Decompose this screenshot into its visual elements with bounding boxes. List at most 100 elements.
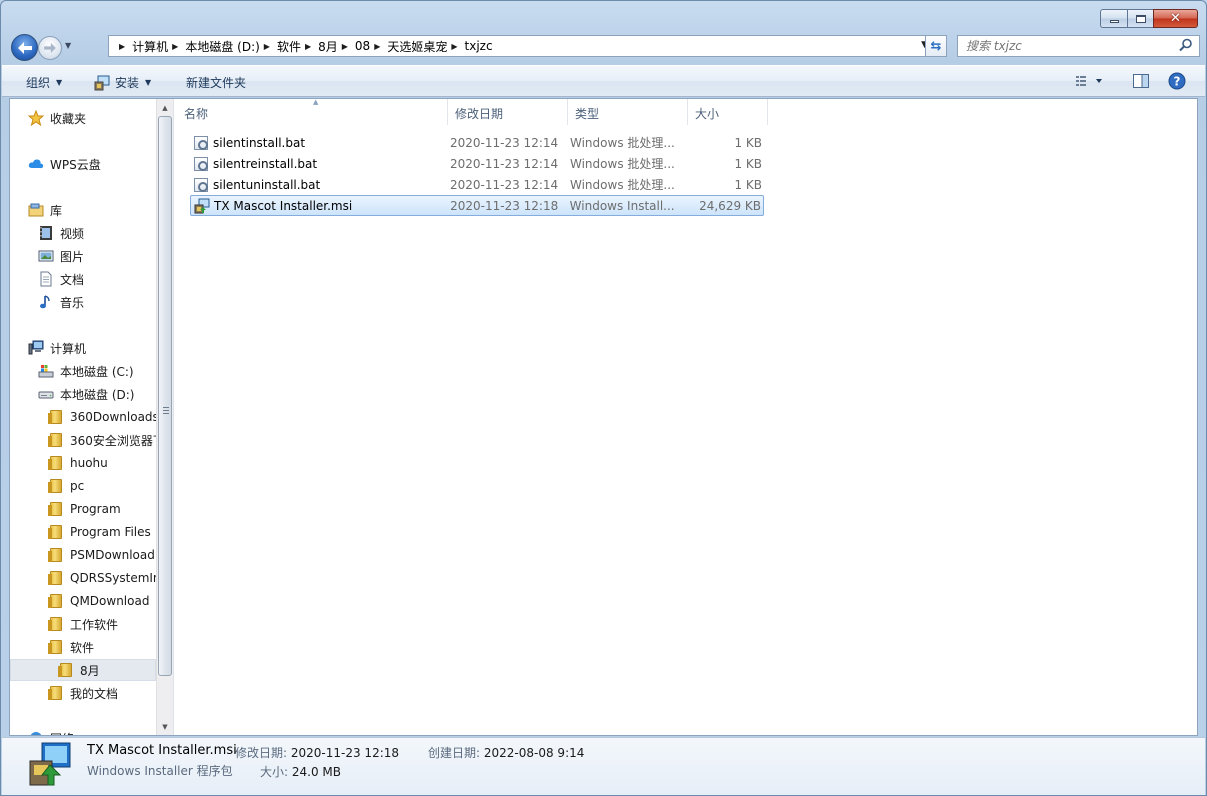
nav-item-computer[interactable]: 计算机 [28,337,86,359]
maximize-button[interactable] [1127,9,1153,28]
refresh-button[interactable]: ⇆ [925,35,947,57]
search-input[interactable] [966,39,1166,53]
hard-drive-icon [38,386,54,402]
file-size: 24,629 KB [699,198,761,213]
file-row[interactable]: silentuninstall.bat 2020-11-23 12:14 Win… [190,174,764,195]
column-header-type[interactable]: 类型 [568,99,688,125]
nav-item-music[interactable]: 音乐 [38,291,84,313]
navigation-bar: ▼ ▶ 计算机 ▶ 本地磁盘 (D:) ▶ 软件 ▶ 8月 ▶ 08 ▶ 天选姬桌宠 ▶ t… [9,33,1200,61]
address-bar[interactable]: ▶ 计算机 ▶ 本地磁盘 (D:) ▶ 软件 ▶ 8月 ▶ 08 ▶ 天选姬桌宠 ▶ txj… [108,35,931,57]
nav-item-favorites[interactable]: 收藏夹 [27,107,86,129]
folder-icon [48,501,64,517]
file-type: Windows 批处理... [570,178,675,192]
music-note-icon [38,294,54,310]
nav-item-network[interactable]: 网络 [28,727,74,735]
nav-folder-item-selected[interactable]: 8月 [10,659,156,681]
nav-folder-item[interactable]: QDRSSystemIn [48,567,161,589]
folder-icon [48,409,64,425]
scroll-down-arrow-icon[interactable]: ▼ [157,718,173,735]
close-icon: ✕ [1170,11,1181,26]
scroll-up-arrow-icon[interactable]: ▲ [157,99,173,116]
nav-item-pictures[interactable]: 图片 [38,245,84,267]
nav-folder-item[interactable]: 软件 [48,636,94,658]
search-icon[interactable] [1179,38,1193,52]
folder-icon [48,570,64,586]
help-icon: ? [1168,72,1186,90]
nav-item-wps-cloud[interactable]: WPS云盘 [28,153,101,175]
main-area: 收藏夹 WPS云盘 库 视频 图片 文档 音乐 计算机 本地磁盘 (C:) 本地… [9,98,1198,736]
dropdown-arrow-icon: ▼ [56,78,63,87]
preview-pane-icon [1133,74,1149,88]
folder-icon [48,639,64,655]
nav-item-my-documents[interactable]: 我的文档 [48,682,118,704]
breadcrumb-item-current[interactable]: txjzc [465,36,493,56]
chevron-right-icon[interactable]: ▶ [115,42,132,51]
documents-folder-icon [48,685,64,701]
nav-item-drive-c[interactable]: 本地磁盘 (C:) [38,360,134,382]
nav-item-libraries[interactable]: 库 [28,199,62,221]
chevron-right-icon[interactable]: ▶ [168,42,185,51]
change-view-button[interactable] [1074,72,1106,93]
organize-menu[interactable]: 组织 ▼ [26,74,62,91]
file-size: 1 KB [734,177,762,192]
column-headers: ▲ 名称 修改日期 类型 大小 [177,98,768,125]
breadcrumb-item[interactable]: 软件 ▶ [277,36,318,56]
breadcrumb-root[interactable]: ▶ [115,36,132,56]
minimize-button[interactable] [1100,9,1127,28]
nav-folder-item[interactable]: pc [48,475,84,497]
help-button[interactable]: ? [1168,72,1186,93]
nav-folder-item[interactable]: 360安全浏览器下 [48,429,165,451]
column-header-name[interactable]: ▲ 名称 [177,98,448,125]
column-header-size[interactable]: 大小 [688,99,768,125]
nav-item-drive-d[interactable]: 本地磁盘 (D:) [38,383,134,405]
star-icon [27,109,45,127]
forward-arrow-icon [44,43,56,53]
nav-folder-item[interactable]: PSMDownload [48,544,155,566]
file-size: 1 KB [734,135,762,150]
file-type: Windows 批处理... [570,157,675,171]
nav-folder-item[interactable]: Program Files [48,521,151,543]
view-options-icon [1076,76,1102,86]
navigation-pane[interactable]: 收藏夹 WPS云盘 库 视频 图片 文档 音乐 计算机 本地磁盘 (C:) 本地… [10,99,172,735]
nav-folder-item[interactable]: huohu [48,452,108,474]
breadcrumb-item[interactable]: 计算机 ▶ [132,36,185,56]
file-type: Windows Install... [569,198,675,213]
msi-installer-large-icon [29,742,71,786]
chevron-right-icon[interactable]: ▶ [447,42,464,51]
file-row[interactable]: silentreinstall.bat 2020-11-23 12:14 Win… [190,153,764,174]
nav-folder-item[interactable]: 360Downloads [48,406,159,428]
folder-icon [58,662,74,678]
column-header-date[interactable]: 修改日期 [448,99,568,125]
forward-button[interactable] [38,36,62,60]
chevron-right-icon[interactable]: ▶ [338,42,355,51]
file-list-pane[interactable]: ▲ 名称 修改日期 类型 大小 silentinstall.bat 2020-1… [177,98,1197,735]
svg-text:?: ? [1174,75,1181,89]
close-button[interactable]: ✕ [1153,9,1198,28]
breadcrumb-item[interactable]: 本地磁盘 (D:) ▶ [185,36,277,56]
nav-folder-item[interactable]: 工作软件 [48,613,118,635]
search-box[interactable] [957,35,1200,57]
computer-icon [28,340,44,356]
navigation-scrollbar[interactable]: ▲ ▼ [156,99,173,735]
chevron-right-icon[interactable]: ▶ [301,42,318,51]
breadcrumb-item[interactable]: 8月 ▶ [318,36,355,56]
chevron-right-icon[interactable]: ▶ [260,42,277,51]
nav-folder-item[interactable]: QMDownload [48,590,149,612]
file-row-selected[interactable]: TX Mascot Installer.msi 2020-11-23 12:18… [190,195,764,216]
cloud-icon [28,156,44,172]
recent-pages-dropdown[interactable]: ▼ [65,41,75,53]
breadcrumb-item[interactable]: 天选姬桌宠 ▶ [387,36,464,56]
preview-pane-button[interactable] [1132,72,1150,93]
batch-file-icon [193,135,209,151]
chevron-right-icon[interactable]: ▶ [370,42,387,51]
breadcrumb-item[interactable]: 08 ▶ [355,36,387,56]
nav-folder-item[interactable]: Program [48,498,121,520]
file-name: silentuninstall.bat [213,177,321,192]
new-folder-button[interactable]: 新建文件夹 [186,74,246,91]
back-button[interactable] [11,34,38,61]
nav-item-documents[interactable]: 文档 [38,268,84,290]
install-menu[interactable]: 安装 ▼ [94,74,151,91]
file-row[interactable]: silentinstall.bat 2020-11-23 12:14 Windo… [190,132,764,153]
nav-item-videos[interactable]: 视频 [38,222,84,244]
scrollbar-thumb[interactable] [158,116,172,676]
